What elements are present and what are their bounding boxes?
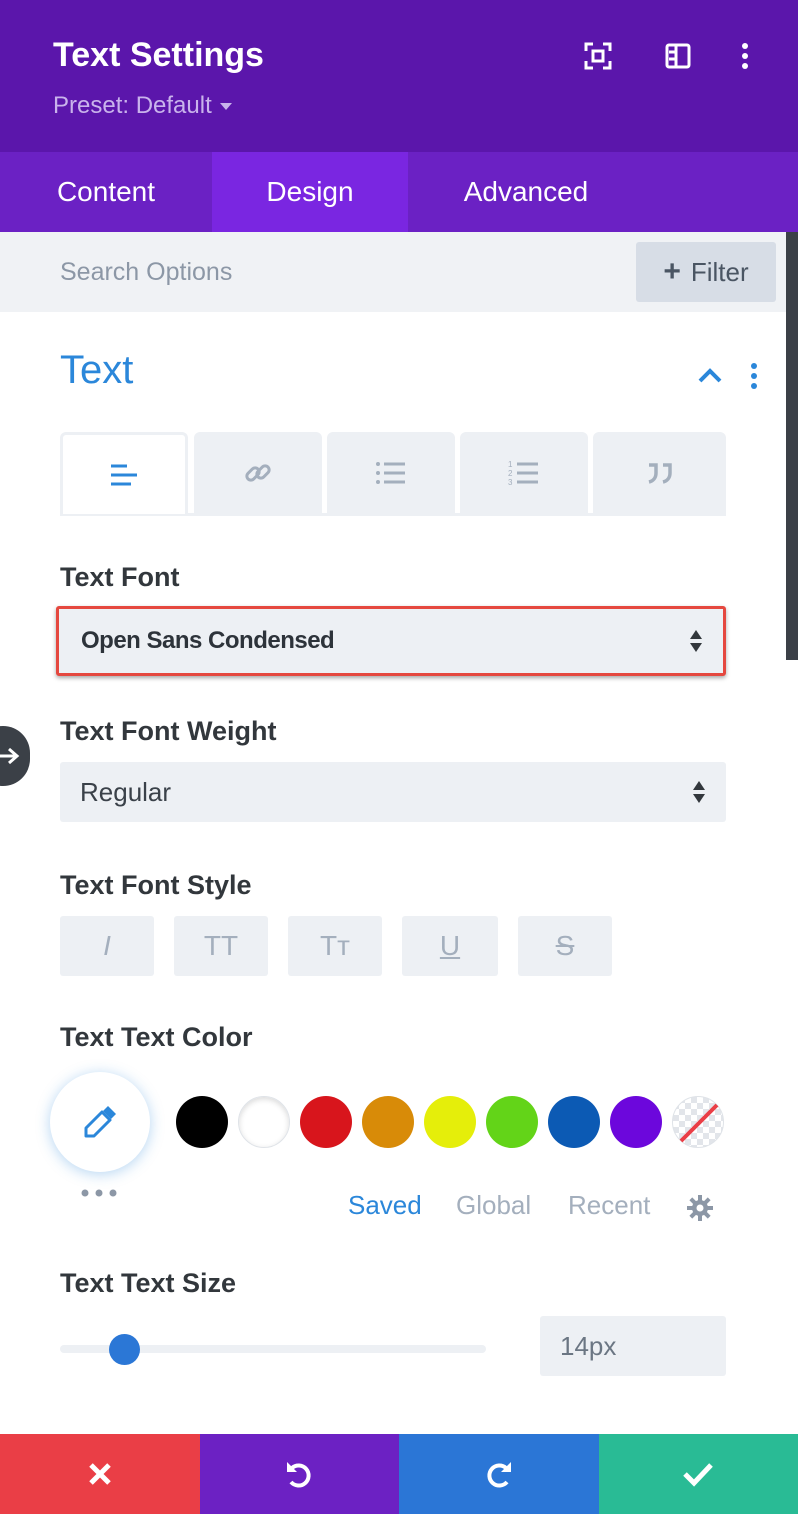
bulleted-list-icon <box>376 462 405 484</box>
uppercase-icon: TT <box>203 930 239 961</box>
palette-tab-recent[interactable]: Recent <box>568 1190 650 1221</box>
sidebar-layout-icon[interactable] <box>662 40 694 72</box>
subtab-text[interactable] <box>60 432 188 514</box>
size-input[interactable] <box>540 1316 726 1376</box>
font-weight-value: Regular <box>80 776 172 807</box>
palette-tab-saved[interactable]: Saved <box>348 1190 422 1221</box>
subtab-link[interactable] <box>194 432 322 514</box>
arrow-right-icon <box>0 747 20 765</box>
size-slider-thumb[interactable] <box>109 1334 141 1365</box>
filter-button[interactable]: + Filter <box>636 242 776 302</box>
select-arrows-icon <box>690 630 702 652</box>
strikethrough-icon: S <box>555 930 575 961</box>
underline-icon: U <box>439 930 461 961</box>
search-input[interactable] <box>60 252 600 292</box>
quote-icon <box>647 463 672 484</box>
gear-icon[interactable] <box>686 1194 714 1222</box>
font-weight-select[interactable]: Regular <box>60 762 726 822</box>
focus-mode-icon[interactable] <box>582 40 614 72</box>
select-arrows-icon <box>693 781 705 803</box>
font-select-value: Open Sans Condensed <box>81 627 335 654</box>
text-subtabs: 1 2 3 <box>60 432 726 516</box>
section-more-icon[interactable] <box>744 360 764 392</box>
color-swatch[interactable] <box>610 1096 662 1148</box>
text-size-label: Text Text Size <box>60 1268 237 1298</box>
color-swatch[interactable] <box>548 1096 600 1148</box>
svg-text:3: 3 <box>508 478 513 487</box>
italic-icon: I <box>103 930 111 961</box>
color-swatch[interactable] <box>486 1096 538 1148</box>
color-swatch[interactable] <box>424 1096 476 1148</box>
text-color-label: Text Text Color <box>60 1022 253 1052</box>
tab-advanced[interactable]: Advanced <box>408 152 644 232</box>
discard-button[interactable] <box>0 1434 200 1514</box>
subtab-ul[interactable] <box>327 432 455 514</box>
link-icon <box>245 464 271 482</box>
subtab-ol[interactable]: 1 2 3 <box>460 432 588 514</box>
tab-design[interactable]: Design <box>212 152 408 232</box>
more-colors-icon[interactable] <box>80 1186 120 1200</box>
underline-button[interactable]: U <box>402 916 498 976</box>
color-swatch[interactable] <box>300 1096 352 1148</box>
undo-icon <box>287 1462 311 1488</box>
redo-button[interactable] <box>399 1434 599 1514</box>
section-title[interactable]: Text <box>60 348 133 393</box>
small-caps-icon: Tт <box>320 930 350 961</box>
caret-down-icon <box>219 103 232 111</box>
color-swatch[interactable] <box>238 1096 290 1148</box>
filter-label: Filter <box>690 256 749 287</box>
palette-tab-global[interactable]: Global <box>456 1190 531 1221</box>
more-options-icon[interactable] <box>729 40 761 72</box>
tab-content[interactable]: Content <box>0 152 212 232</box>
close-icon <box>88 1463 111 1485</box>
text-font-label: Text Font <box>60 562 180 592</box>
strikethrough-button[interactable]: S <box>518 916 612 976</box>
svg-text:1: 1 <box>508 460 513 469</box>
font-select[interactable]: Open Sans Condensed <box>56 606 726 676</box>
checkmark-icon <box>683 1463 714 1487</box>
chevron-up-icon[interactable] <box>694 360 726 392</box>
redo-icon <box>487 1462 511 1488</box>
font-style-label: Text Font Style <box>60 870 252 900</box>
clear-color-icon <box>679 1103 719 1143</box>
settings-tabs: Content Design Advanced <box>0 152 798 232</box>
eyedropper-icon <box>84 1106 116 1138</box>
align-left-icon <box>111 464 137 485</box>
no-color-swatch[interactable] <box>672 1096 724 1148</box>
numbered-list-icon: 1 2 3 <box>508 460 538 487</box>
italic-button[interactable]: I <box>60 916 154 976</box>
capitalize-button[interactable]: Tт <box>288 916 382 976</box>
page-title: Text Settings <box>53 36 264 74</box>
svg-text:2: 2 <box>508 469 513 478</box>
preset-selector[interactable]: Preset: Default <box>53 92 232 120</box>
color-picker-button[interactable] <box>50 1072 150 1172</box>
preset-label: Preset: Default <box>53 92 212 119</box>
uppercase-button[interactable]: TT <box>174 916 268 976</box>
plus-icon: + <box>663 255 681 288</box>
subtab-quote[interactable] <box>593 432 726 514</box>
search-bar: + Filter <box>0 232 786 312</box>
color-swatch[interactable] <box>176 1096 228 1148</box>
font-weight-label: Text Font Weight <box>60 716 277 746</box>
undo-button[interactable] <box>199 1434 399 1514</box>
save-button[interactable] <box>598 1434 798 1514</box>
color-swatch[interactable] <box>362 1096 414 1148</box>
action-bar <box>0 1434 798 1514</box>
scrollbar[interactable] <box>786 232 798 660</box>
settings-header: Text Settings Preset: Default <box>0 0 798 152</box>
side-panel-toggle[interactable] <box>0 726 30 786</box>
